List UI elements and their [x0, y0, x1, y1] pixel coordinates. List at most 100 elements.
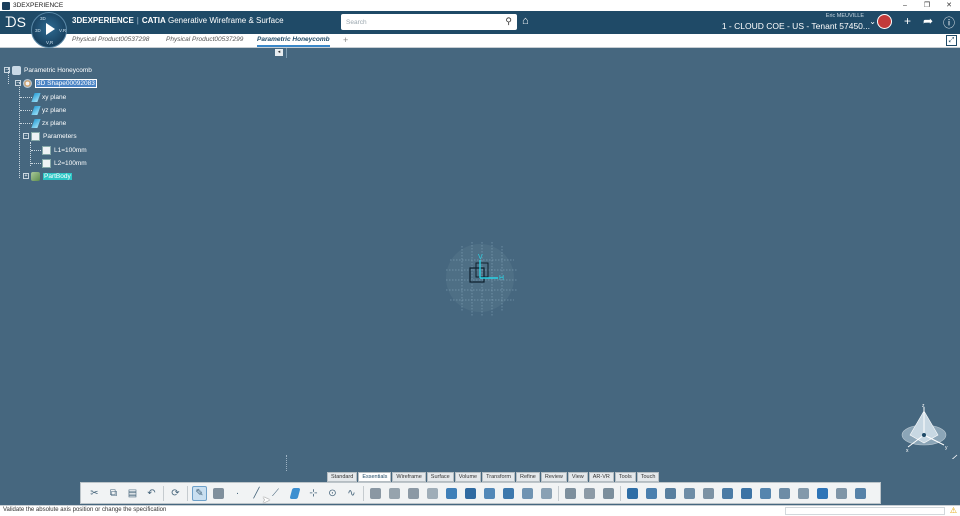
document-tabs: Physical Product00537298 Physical Produc… [0, 34, 960, 48]
tenant-selector[interactable]: 1 - CLOUD COE - US - Tenant 57450... [722, 21, 870, 31]
analysis-icon[interactable] [777, 486, 792, 501]
axis-h-label: H [499, 275, 504, 282]
collapse-icon[interactable]: − [15, 80, 21, 86]
part-design-icon[interactable] [211, 486, 226, 501]
section-tab-transform[interactable]: Transform [482, 472, 515, 482]
tree-node-param-l1[interactable]: L1=100mm [42, 144, 87, 156]
search-icon[interactable]: ⚲ [505, 16, 512, 27]
tab-physical-product-1[interactable]: Physical Product00537298 [72, 36, 149, 43]
sketch-icon[interactable]: ✎ [192, 485, 207, 501]
cut-icon[interactable]: ✂ [87, 486, 102, 501]
plane-icon [31, 92, 41, 102]
expand-icon[interactable]: + [23, 173, 29, 179]
brand-prefix: 3DEXPERIENCE [72, 16, 134, 25]
tree-node-xy-plane[interactable]: xy plane [31, 91, 66, 103]
fill-icon[interactable] [425, 486, 440, 501]
3d-compass-icon[interactable]: z x y [900, 401, 958, 459]
section-tab-essentials[interactable]: Essentials [358, 472, 392, 482]
tab-physical-product-2[interactable]: Physical Product00537299 [166, 36, 243, 43]
spline-icon[interactable]: ∿ [344, 486, 359, 501]
tree-node-shape[interactable]: − 3D Shape00092083 [15, 77, 97, 89]
avatar[interactable] [877, 14, 892, 29]
section-tab-ar-vr[interactable]: AR-VR [588, 472, 614, 482]
symmetry-icon[interactable] [682, 486, 697, 501]
hide-show-icon[interactable] [796, 486, 811, 501]
collapse-icon[interactable]: − [4, 67, 10, 73]
extract-icon[interactable] [601, 486, 616, 501]
brand-app: CATIA [141, 16, 166, 25]
tag-icon[interactable]: ⌂ [522, 15, 529, 27]
axis-system-tool-icon[interactable]: ⊹ [306, 486, 321, 501]
translate-icon[interactable] [644, 486, 659, 501]
trim-icon[interactable] [563, 486, 578, 501]
fillet-icon[interactable] [582, 486, 597, 501]
section-tab-tools[interactable]: Tools [614, 472, 636, 482]
section-tab-view[interactable]: View [567, 472, 588, 482]
paste-icon[interactable]: ▤ [125, 486, 140, 501]
affinity-icon[interactable] [720, 486, 735, 501]
sweep-icon[interactable] [406, 486, 421, 501]
section-icon[interactable] [758, 486, 773, 501]
point-icon[interactable]: · [230, 486, 245, 501]
share-icon[interactable]: ➦ [923, 14, 933, 28]
search-input[interactable] [341, 14, 496, 30]
axis-system-manipulator[interactable]: V H [440, 238, 522, 318]
section-tab-touch[interactable]: Touch [636, 472, 660, 482]
view-cube-icon[interactable] [815, 486, 830, 501]
tree-label-param-l2: L2=100mm [54, 159, 87, 167]
status-bar: Validate the absolute axis position or c… [0, 505, 960, 516]
compass-widget[interactable]: 3D 3D V.R V,R [31, 12, 67, 48]
undo-icon[interactable]: ↶ [144, 486, 159, 501]
action-bar: ✂ ⧉ ▤ ↶ ⟳ ✎ · ╱ ⟋ ⊹ ⊙ ∿ [80, 482, 881, 504]
split-icon[interactable] [539, 486, 554, 501]
plane-tool-icon[interactable] [287, 486, 302, 501]
tree-node-partbody[interactable]: + PartBody [23, 170, 72, 182]
rotate-icon[interactable] [663, 486, 678, 501]
revolve-icon[interactable] [387, 486, 402, 501]
restore-button[interactable]: ❐ [916, 0, 938, 11]
offset-icon[interactable] [482, 486, 497, 501]
tab-parametric-honeycomb[interactable]: Parametric Honeycomb [257, 36, 330, 47]
panel-drag-handle[interactable] [286, 455, 287, 471]
pattern-icon[interactable] [625, 486, 640, 501]
status-input-field[interactable] [785, 507, 945, 515]
section-tab-wireframe[interactable]: Wireframe [392, 472, 426, 482]
tree-node-yz-plane[interactable]: yz plane [31, 104, 66, 116]
chevron-down-icon[interactable]: ⌄ [869, 17, 876, 26]
play-icon[interactable] [46, 23, 55, 35]
copy-icon[interactable]: ⧉ [106, 486, 121, 501]
tree-node-zx-plane[interactable]: zx plane [31, 117, 66, 129]
section-tab-volume[interactable]: Volume [454, 472, 482, 482]
scaling-icon[interactable] [701, 486, 716, 501]
section-tab-review[interactable]: Review [540, 472, 567, 482]
fullscreen-icon[interactable]: ⤢ [946, 35, 957, 46]
measure-icon[interactable] [739, 486, 754, 501]
blend-icon[interactable] [463, 486, 478, 501]
thick-surface-icon[interactable] [501, 486, 516, 501]
capture-icon[interactable] [853, 486, 868, 501]
update-icon[interactable]: ⟳ [168, 486, 183, 501]
minimize-button[interactable]: – [894, 0, 916, 11]
axis-v-label: V [478, 254, 483, 261]
render-icon[interactable] [834, 486, 849, 501]
warning-icon[interactable]: ⚠ [950, 506, 957, 515]
section-tab-refine[interactable]: Refine [515, 472, 540, 482]
extrude-icon[interactable] [368, 486, 383, 501]
multi-section-icon[interactable] [444, 486, 459, 501]
tree-node-param-l2[interactable]: L2=100mm [42, 157, 87, 169]
tree-node-parameters[interactable]: − Parameters [23, 130, 77, 142]
close-button[interactable]: ✕ [938, 0, 960, 11]
ds-logo-icon[interactable]: ᗪS [5, 14, 26, 31]
new-tab-icon[interactable]: + [343, 35, 348, 45]
tree-node-root[interactable]: − Parametric Honeycomb [4, 64, 92, 76]
help-icon[interactable]: ⓘ [943, 14, 955, 31]
section-tab-surface[interactable]: Surface [426, 472, 454, 482]
circle-icon[interactable]: ⊙ [325, 486, 340, 501]
add-icon[interactable]: + [904, 14, 911, 28]
collapse-icon[interactable]: − [23, 133, 29, 139]
top-bar: ᗪS 3D 3D V.R V,R 3DEXPERIENCE | CATIA Gene… [0, 11, 960, 48]
collapse-tree-icon[interactable]: ◂ [275, 49, 283, 56]
join-icon[interactable] [520, 486, 535, 501]
section-tab-standard[interactable]: Standard [327, 472, 358, 482]
window-title: 3DEXPERIENCE [13, 2, 64, 9]
